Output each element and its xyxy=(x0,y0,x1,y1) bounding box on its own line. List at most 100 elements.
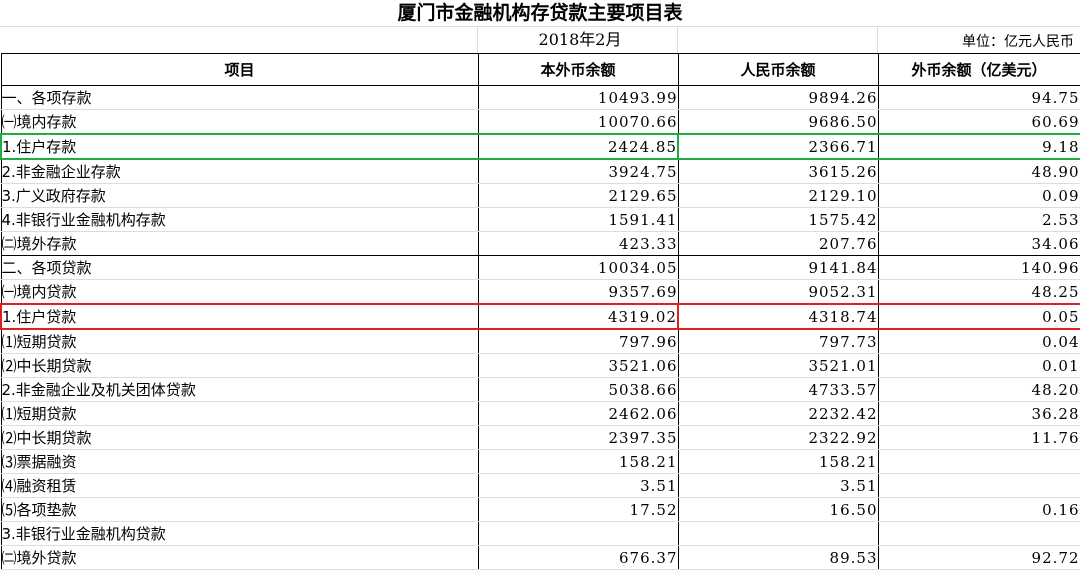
cell-fx[interactable] xyxy=(878,473,1080,498)
cell-fx[interactable] xyxy=(878,521,1080,546)
cell-rmb[interactable]: 16.50 xyxy=(678,497,879,522)
cell-rmb[interactable]: 158.21 xyxy=(678,449,879,474)
cell-fx[interactable] xyxy=(878,449,1080,474)
cell-fx[interactable]: 0.04 xyxy=(878,329,1080,354)
data-table: 项目 本外币余额 人民币余额 外币余额（亿美元） 一、各项存款 10493.99 9… xyxy=(0,53,1080,570)
cell-total[interactable]: 2397.35 xyxy=(478,425,679,450)
header-rmb[interactable]: 人民币余额 xyxy=(677,53,879,86)
cell-total[interactable]: 2424.85 xyxy=(478,133,679,160)
cell-fx[interactable]: 140.96 xyxy=(878,255,1080,280)
cell-total[interactable]: 10034.05 xyxy=(478,255,679,280)
cell-rmb[interactable]: 9141.84 xyxy=(678,255,879,280)
row-label[interactable]: 2.非金融企业存款 xyxy=(0,159,479,184)
cell-fx[interactable]: 0.16 xyxy=(878,497,1080,522)
cell-fx[interactable]: 0.05 xyxy=(878,303,1080,330)
row-label[interactable]: 3.非银行业金融机构贷款 xyxy=(0,521,479,546)
cell-fx[interactable]: 60.69 xyxy=(878,109,1080,135)
row-label[interactable]: ㈠境内存款 xyxy=(0,109,479,135)
cell-rmb[interactable]: 3.51 xyxy=(678,473,879,498)
row-label[interactable]: 1.住户贷款 xyxy=(0,303,479,330)
table-row: 二、各项贷款 10034.05 9141.84 140.96 xyxy=(0,255,1080,280)
cell-total[interactable]: 3521.06 xyxy=(478,353,679,378)
cell-fx[interactable]: 36.28 xyxy=(878,401,1080,426)
cell-rmb[interactable]: 89.53 xyxy=(678,545,879,570)
cell-rmb[interactable]: 9894.26 xyxy=(678,85,879,110)
cell-rmb[interactable]: 2232.42 xyxy=(678,401,879,426)
row-label[interactable]: ⑷融资租赁 xyxy=(0,473,479,498)
cell-rmb[interactable]: 2366.71 xyxy=(678,133,879,160)
row-label[interactable]: ⑸各项垫款 xyxy=(0,497,479,522)
cell-total[interactable]: 3.51 xyxy=(478,473,679,498)
header-item[interactable]: 项目 xyxy=(0,53,479,86)
cell-rmb[interactable]: 3521.01 xyxy=(678,353,879,378)
row-label[interactable]: ⑴短期贷款 xyxy=(0,401,479,426)
cell-rmb[interactable]: 207.76 xyxy=(678,231,879,256)
cell-total[interactable]: 1591.41 xyxy=(478,207,679,232)
row-label[interactable]: 1.住户存款 xyxy=(0,133,479,160)
cell-fx[interactable]: 34.06 xyxy=(878,231,1080,256)
cell-total[interactable]: 9357.69 xyxy=(478,279,679,305)
row-label[interactable]: ⑵中长期贷款 xyxy=(0,425,479,450)
cell-total[interactable]: 10070.66 xyxy=(478,109,679,135)
cell-fx[interactable]: 92.72 xyxy=(878,545,1080,570)
cell-fx[interactable]: 11.76 xyxy=(878,425,1080,450)
unit-label: 单位：亿元人民币 xyxy=(962,34,1074,50)
cell-fx[interactable]: 0.09 xyxy=(878,183,1080,208)
row-label[interactable]: 二、各项贷款 xyxy=(0,255,479,280)
row-label[interactable]: ㈡境外贷款 xyxy=(0,545,479,570)
header-fx[interactable]: 外币余额（亿美元） xyxy=(877,53,1080,86)
cell-rmb[interactable]: 4733.57 xyxy=(678,377,879,402)
cell-total[interactable]: 2462.06 xyxy=(478,401,679,426)
cell-total[interactable]: 676.37 xyxy=(478,545,679,570)
cell-total[interactable]: 797.96 xyxy=(478,329,679,354)
header-total[interactable]: 本外币余额 xyxy=(477,53,679,86)
divider xyxy=(877,26,878,53)
header-row: 项目 本外币余额 人民币余额 外币余额（亿美元） xyxy=(0,53,1080,86)
cell-rmb[interactable]: 1575.42 xyxy=(678,207,879,232)
row-label[interactable]: 2.非金融企业及机关团体贷款 xyxy=(0,377,479,402)
cell-rmb[interactable]: 2129.10 xyxy=(678,183,879,208)
row-label[interactable]: ㈠境内贷款 xyxy=(0,279,479,305)
cell-fx[interactable]: 2.53 xyxy=(878,207,1080,232)
cell-total[interactable]: 3924.75 xyxy=(478,159,679,184)
table-row: 2.非金融企业存款 3924.75 3615.26 48.90 xyxy=(0,159,1080,184)
row-label[interactable]: ⑵中长期贷款 xyxy=(0,353,479,378)
row-label[interactable]: 3.广义政府存款 xyxy=(0,183,479,208)
table-row: ⑵中长期贷款 2397.35 2322.92 11.76 xyxy=(0,425,1080,450)
cell-fx[interactable]: 94.75 xyxy=(878,85,1080,110)
cell-fx[interactable]: 9.18 xyxy=(878,133,1080,160)
cell-total[interactable]: 10493.99 xyxy=(478,85,679,110)
report-date: 2018年2月 xyxy=(538,30,622,49)
cell-total[interactable]: 17.52 xyxy=(478,497,679,522)
cell-rmb[interactable]: 797.73 xyxy=(678,329,879,354)
cell-rmb[interactable]: 2322.92 xyxy=(678,425,879,450)
cell-fx[interactable]: 48.25 xyxy=(878,279,1080,305)
table-row: 3.非银行业金融机构贷款 xyxy=(0,521,1080,546)
cell-rmb[interactable]: 3615.26 xyxy=(678,159,879,184)
cell-rmb[interactable] xyxy=(678,521,879,546)
cell-total[interactable]: 4319.02 xyxy=(478,303,679,330)
cell-total[interactable] xyxy=(478,521,679,546)
divider xyxy=(477,26,478,53)
cell-rmb[interactable]: 9052.31 xyxy=(678,279,879,305)
cell-rmb[interactable]: 4318.74 xyxy=(678,303,879,330)
table-title: 厦门市金融机构存贷款主要项目表 xyxy=(397,2,683,24)
row-label[interactable]: 4.非银行业金融机构存款 xyxy=(0,207,479,232)
cell-total[interactable]: 5038.66 xyxy=(478,377,679,402)
cell-total[interactable]: 423.33 xyxy=(478,231,679,256)
table-row: ⑴短期贷款 2462.06 2232.42 36.28 xyxy=(0,401,1080,426)
row-label[interactable]: ⑴短期贷款 xyxy=(0,329,479,354)
table-row: ㈠境内存款 10070.66 9686.50 60.69 xyxy=(0,109,1080,135)
cell-fx[interactable]: 48.20 xyxy=(878,377,1080,402)
table-row: 一、各项存款 10493.99 9894.26 94.75 xyxy=(0,85,1080,110)
table-row: 2.非金融企业及机关团体贷款 5038.66 4733.57 48.20 xyxy=(0,377,1080,402)
row-label[interactable]: 一、各项存款 xyxy=(0,85,479,110)
cell-fx[interactable]: 48.90 xyxy=(878,159,1080,184)
cell-total[interactable]: 2129.65 xyxy=(478,183,679,208)
row-label[interactable]: ㈡境外存款 xyxy=(0,231,479,256)
cell-total[interactable]: 158.21 xyxy=(478,449,679,474)
row-label[interactable]: ⑶票据融资 xyxy=(0,449,479,474)
table-row: ⑴短期贷款 797.96 797.73 0.04 xyxy=(0,329,1080,354)
cell-fx[interactable]: 0.01 xyxy=(878,353,1080,378)
cell-rmb[interactable]: 9686.50 xyxy=(678,109,879,135)
